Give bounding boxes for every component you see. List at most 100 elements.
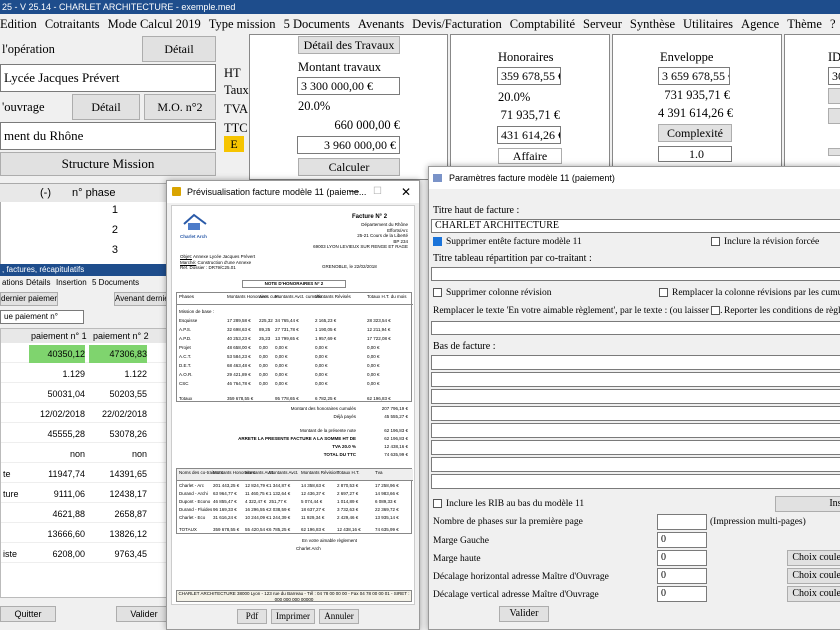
paiement-2-cell[interactable]: non (89, 445, 147, 463)
bas-facture-line[interactable] (431, 406, 840, 421)
checkbox-icon[interactable] (433, 288, 442, 298)
menu-item[interactable]: Type mission (209, 17, 276, 31)
detail-travaux-button[interactable]: Détail des Travaux (298, 36, 400, 54)
table-row[interactable]: 4621,88 2658,87 (1, 505, 171, 523)
decalage-v-field[interactable]: 0 (657, 586, 707, 602)
menu-item[interactable]: Agence (741, 17, 779, 31)
paiement-1-cell[interactable]: 11947,74 (29, 465, 85, 483)
maximize-icon[interactable]: ☐ (373, 181, 382, 203)
titre-haut-field[interactable]: CHARLET ARCHITECTURE (431, 219, 840, 233)
right-button-3[interactable] (828, 148, 840, 156)
paiement-2-cell[interactable]: 14391,65 (89, 465, 147, 483)
tab-insertion[interactable]: Insertion (56, 278, 87, 287)
facturation-valider-button[interactable]: Valider (116, 606, 172, 622)
decalage-h-field[interactable]: 0 (657, 568, 707, 584)
menu-item[interactable]: Cotraitants (45, 17, 100, 31)
bas-facture-line[interactable] (431, 355, 840, 370)
structure-mission-button[interactable]: Structure Mission (0, 152, 216, 176)
annuler-button[interactable]: Annuler (319, 609, 359, 624)
imprimer-button[interactable]: Imprimer (271, 609, 315, 624)
honoraires-ht-field[interactable]: 359 678,55 € (497, 67, 561, 85)
honoraires-ttc-field[interactable]: 431 614,26 € (497, 126, 561, 144)
ttc-field[interactable]: 3 960 000,00 € (297, 136, 400, 154)
paiement-1-cell[interactable]: 45555,28 (29, 425, 85, 443)
pdf-button[interactable]: Pdf (237, 609, 267, 624)
menu-item[interactable]: 5 Documents (284, 17, 350, 31)
id-field[interactable]: 30 (828, 67, 840, 85)
table-row[interactable]: iste 6208,00 9763,45 (1, 545, 171, 563)
phase-row[interactable]: 3 (0, 244, 118, 260)
menu-item[interactable]: Comptabilité (510, 17, 575, 31)
minimize-icon[interactable]: — (349, 181, 359, 203)
close-icon[interactable]: ✕ (401, 181, 411, 203)
table-row[interactable]: te 11947,74 14391,65 (1, 465, 171, 483)
checkbox-icon[interactable] (659, 288, 668, 298)
complexite-field[interactable]: 1.0 (658, 146, 732, 162)
phase-row[interactable]: 2 (0, 224, 118, 240)
inclure-revision-option[interactable]: Inclure la révision forcée (711, 237, 819, 247)
choix-couleur-button-3[interactable]: Choix couleu (787, 586, 840, 602)
enveloppe-ht-field[interactable]: 3 659 678,55 € (658, 67, 730, 85)
paiement-1-cell[interactable]: 50031,04 (29, 385, 85, 403)
remplacer-colonne-option[interactable]: Remplacer la colonne révisions par les c… (659, 288, 840, 298)
table-row[interactable]: 13666,60 13826,12 (1, 525, 171, 543)
checkbox-icon[interactable] (433, 499, 442, 509)
bas-facture-line[interactable] (431, 474, 840, 489)
reporter-option[interactable]: Reporter les conditions de règlem (711, 306, 840, 316)
choix-couleur-button-1[interactable]: Choix couleu (787, 550, 840, 566)
table-row[interactable]: 50031,04 50203,55 (1, 385, 171, 403)
supprimer-colonne-option[interactable]: Supprimer colonne révision (433, 288, 552, 298)
table-row[interactable]: 45555,28 53078,26 (1, 425, 171, 443)
remplacer-texte-field[interactable] (431, 321, 840, 335)
paiement-1-cell[interactable]: 1.129 (29, 365, 85, 383)
paiement-1-cell[interactable]: 6208,00 (29, 545, 85, 563)
paiement-1-cell[interactable]: 12/02/2018 (29, 405, 85, 423)
params-valider-button[interactable]: Valider (499, 606, 549, 622)
menu-item[interactable]: Edition (0, 17, 37, 31)
checkbox-icon[interactable] (711, 237, 720, 247)
paiement-2-cell[interactable]: 53078,26 (89, 425, 147, 443)
euro-indicator[interactable]: E (224, 136, 244, 152)
supprimer-entete-option[interactable]: Supprimer entête facture modèle 11 (433, 237, 582, 247)
table-row[interactable]: 40350,12 47306,83 (1, 345, 171, 363)
nb-phases-field[interactable] (657, 514, 707, 530)
paiement-1-cell[interactable]: 40350,12 (29, 345, 85, 363)
inserer-button[interactable]: Inse (775, 496, 840, 512)
menu-item[interactable]: Serveur (583, 17, 622, 31)
menu-item[interactable]: Devis/Facturation (412, 17, 502, 31)
menu-item[interactable]: Thème (787, 17, 822, 31)
dernier-paiement-button[interactable]: dernier paiement (0, 292, 58, 306)
bas-facture-line[interactable] (431, 440, 840, 455)
paiement-2-cell[interactable]: 1.122 (89, 365, 147, 383)
paiement-select[interactable]: ue paiement n° (0, 310, 84, 324)
avenant-dernier-button[interactable]: Avenant dernier (114, 292, 172, 306)
menu-item[interactable]: Mode Calcul 2019 (108, 17, 201, 31)
table-row[interactable]: ture 9111,06 12438,17 (1, 485, 171, 503)
operation-detail-button[interactable]: Détail (142, 36, 216, 62)
paiement-2-cell[interactable]: 12438,17 (89, 485, 147, 503)
calculer-button[interactable]: Calculer (298, 158, 400, 176)
menu-item[interactable]: Avenants (358, 17, 404, 31)
paiement-1-cell[interactable]: non (29, 445, 85, 463)
right-button-1[interactable] (828, 88, 840, 104)
paiement-2-cell[interactable]: 47306,83 (89, 345, 147, 363)
table-row[interactable]: 12/02/2018 22/02/2018 (1, 405, 171, 423)
complexite-button[interactable]: Complexité (658, 124, 732, 142)
maitre-ouvrage-field[interactable]: ment du Rhône (0, 122, 216, 150)
checkbox-icon[interactable] (711, 306, 720, 316)
bas-facture-line[interactable] (431, 423, 840, 438)
tab-documents[interactable]: 5 Documents (92, 278, 139, 287)
affaire-button[interactable]: Affaire (498, 148, 562, 164)
ouvrage-detail-button[interactable]: Détail (72, 94, 140, 120)
inclure-rib-option[interactable]: Inclure les RIB au bas du modèle 11 (433, 499, 584, 509)
tab-details[interactable]: Détails (26, 278, 50, 287)
bas-facture-line[interactable] (431, 389, 840, 404)
paiement-2-cell[interactable]: 2658,87 (89, 505, 147, 523)
titre-tableau-field[interactable] (431, 267, 840, 281)
bas-facture-line[interactable] (431, 372, 840, 387)
marge-gauche-field[interactable]: 0 (657, 532, 707, 548)
table-row[interactable]: non non (1, 445, 171, 463)
quitter-button[interactable]: Quitter (0, 606, 56, 622)
operation-name-field[interactable]: Lycée Jacques Prévert (0, 64, 216, 92)
tab-operations[interactable]: ations (2, 278, 23, 287)
